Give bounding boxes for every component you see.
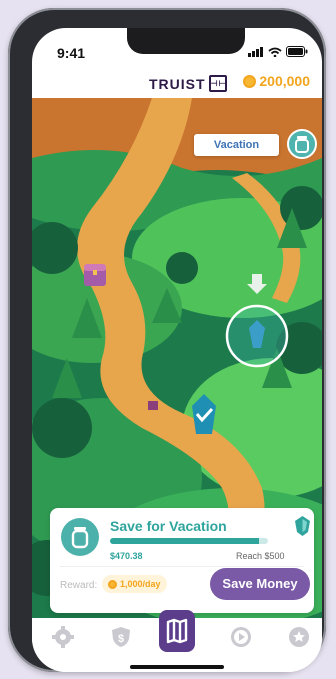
brand-name: TRUIST xyxy=(149,75,206,92)
wifi-icon xyxy=(268,47,282,57)
gear-icon xyxy=(52,626,74,648)
jar-icon xyxy=(295,136,309,153)
goal-label-chip[interactable]: Vacation xyxy=(194,134,279,156)
notch xyxy=(127,28,245,54)
card-divider xyxy=(60,566,304,567)
coin-balance[interactable]: 200,000 xyxy=(243,73,310,89)
save-money-button[interactable]: Save Money xyxy=(210,568,310,600)
map-icon xyxy=(166,618,188,644)
goal-progress-fill xyxy=(110,538,259,544)
status-time: 9:41 xyxy=(57,45,86,61)
tab-settings[interactable] xyxy=(51,625,75,649)
goal-progress-bar xyxy=(110,538,268,544)
star-icon xyxy=(289,627,309,647)
battery-icon xyxy=(286,46,308,57)
status-icons xyxy=(248,46,308,57)
tab-videos[interactable] xyxy=(229,625,253,649)
svg-text:$: $ xyxy=(118,633,124,645)
gem-icon xyxy=(295,516,310,536)
tab-map[interactable] xyxy=(159,610,195,652)
play-icon xyxy=(231,627,251,647)
tab-rewards[interactable] xyxy=(287,625,311,649)
shield-dollar-icon: $ xyxy=(112,627,130,647)
goal-jar-icon xyxy=(61,518,99,556)
phone-frame: 9:41 TRUIST ⊣⊢ 200,000 Vacation Save for… xyxy=(8,8,326,672)
brand-logo: TRUIST ⊣⊢ xyxy=(149,75,227,92)
tab-savings[interactable]: $ xyxy=(109,625,133,649)
coin-count: 200,000 xyxy=(259,73,310,89)
goal-target: Reach $500 xyxy=(236,551,285,561)
reward-label: Reward: xyxy=(60,580,98,591)
reward-value: 1,000/day xyxy=(120,579,161,589)
app-screen: 9:41 TRUIST ⊣⊢ 200,000 Vacation Save for… xyxy=(32,28,322,672)
goal-saved-amount: $470.38 xyxy=(110,551,143,561)
coin-icon xyxy=(108,579,117,589)
goal-title: Save for Vacation xyxy=(110,518,227,534)
signal-icon xyxy=(248,46,263,57)
app-header: TRUIST ⊣⊢ 200,000 xyxy=(32,72,322,98)
reward-pill: 1,000/day xyxy=(102,575,167,593)
logo-mark-icon: ⊣⊢ xyxy=(208,75,227,92)
savings-jar-button[interactable] xyxy=(287,129,317,159)
home-indicator xyxy=(130,665,224,669)
coin-icon xyxy=(243,74,257,88)
goal-card: Save for Vacation $470.38 Reach $500 Rew… xyxy=(50,508,314,613)
bottom-tab-bar: $ xyxy=(32,610,322,672)
